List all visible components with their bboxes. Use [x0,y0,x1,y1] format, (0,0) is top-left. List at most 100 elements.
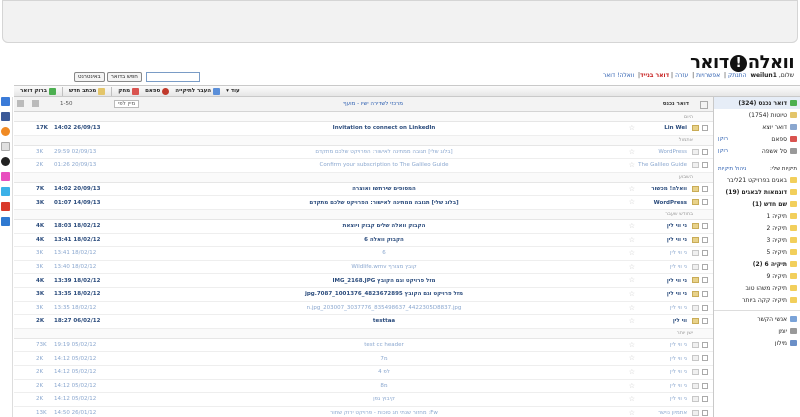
folder-item[interactable]: טיוטות (1754) [714,109,800,121]
mail-from[interactable]: ני ווי לין [637,369,687,375]
mail-row[interactable]: וואלה! מכשור ☆ המסופים שירתשו ואוצרה 14:02 … [14,183,713,197]
mail-subject[interactable]: מ7 [149,356,619,362]
mail-subject[interactable]: מ8 [149,383,619,389]
list-settings-icon[interactable] [32,100,39,107]
user-icon[interactable] [1,97,10,106]
mail-from[interactable]: וואלה! מכשור [637,186,687,192]
mobile-mail-link[interactable]: דואר בנייד [640,72,669,79]
star-icon[interactable] [1,172,10,181]
mail-from[interactable]: ני ווי לין [637,342,687,348]
flag-icon[interactable]: ☆ [629,276,635,284]
contacts-item[interactable]: אנשי הקשר [714,313,800,325]
walla-mail-link[interactable]: וואלה! דואר [603,72,634,79]
move-to-folder-button[interactable]: העבר לתיקייה [175,87,221,95]
gmail-icon[interactable] [1,202,10,211]
mail-row[interactable]: ני ווי לין ☆ מזל פרויקט וגם הקובץ IMG_2168… [14,274,713,288]
flag-icon[interactable]: ☆ [629,222,635,230]
mail-subject[interactable]: [בלוג שלי] תגובה ממתינה לאישור: הפרויקט … [149,200,619,206]
mail-subject[interactable]: test cc header [149,342,619,348]
delete-button[interactable]: מחק [118,87,140,95]
row-checkbox[interactable] [702,409,708,416]
my-folder-item[interactable]: תיקיה 5 [714,246,800,258]
mail-row[interactable]: Lin Wei ☆ Invitation to connect on LinkedI… [14,122,713,136]
mail-subject[interactable]: לפ 4 [149,369,619,375]
row-checkbox[interactable] [702,396,708,403]
manage-folders-link[interactable]: ניהול תיקיות [718,166,747,172]
row-checkbox[interactable] [702,250,708,257]
mail-subject[interactable]: הקבוק וואלה 6 [149,237,619,243]
mail-row[interactable]: ני ווי לין ☆ מ7 14:12 05/02/12 2K [14,352,713,366]
search-internet-button[interactable]: באינטרנט [74,72,105,82]
my-folder-item[interactable]: באגים בפרויקט 21ליבר [714,174,800,186]
mail-row[interactable]: ווי לין ☆ testtaa 18:27 06/02/12 2K [14,315,713,329]
row-checkbox[interactable] [702,148,708,155]
mail-subject[interactable]: קובץ מצורף Wildlife.wmv [149,264,619,270]
empty-folder-link[interactable]: רוקן [718,148,728,154]
flag-icon[interactable]: ☆ [629,185,635,193]
notes-icon[interactable] [1,142,10,151]
mail-row[interactable]: ני ווי לין ☆ הקבוק וואלה שלים קבוק ויוצאת 1… [14,220,713,234]
empty-folder-link[interactable]: רוקן [718,136,728,142]
mail-subject[interactable]: Confirm your subscription to The Galileo… [149,162,619,168]
row-checkbox[interactable] [702,236,708,243]
mail-subject[interactable]: n.jpg_203007_3037776_835498637_4422305D8… [149,305,619,311]
folder-item[interactable]: סל אשפה רוקן [714,145,800,157]
my-folder-item[interactable]: תיקיה קקה ביותר [714,294,800,306]
contacts-item[interactable]: מילון [714,337,800,349]
mail-from[interactable]: ני ווי לין [637,305,687,311]
row-checkbox[interactable] [702,263,708,270]
flag-icon[interactable]: ☆ [629,148,635,156]
row-checkbox[interactable] [702,341,708,348]
my-folder-item[interactable]: תיקיה 1 [714,210,800,222]
mail-subject[interactable]: המסופים שירתשו ואוצרה [149,186,619,192]
flag-icon[interactable]: ☆ [629,368,635,376]
more-dropdown[interactable]: עוד ▾ [226,88,240,94]
select-all-checkbox[interactable] [700,101,708,109]
flag-icon[interactable]: ☆ [629,409,635,417]
facebook-icon[interactable] [1,112,10,121]
mail-row[interactable]: ני ווי לין ☆ test cc header 19:19 05/02/12 7… [14,339,713,353]
flag-icon[interactable]: ☆ [629,249,635,257]
flag-icon[interactable]: ☆ [629,341,635,349]
mail-from[interactable]: WordPress [637,200,687,206]
mail-from[interactable]: אתמיון נוישר [637,410,687,416]
walla-mail-logo[interactable]: וואלה!דואר [690,52,794,73]
flag-icon[interactable]: ☆ [629,290,635,298]
mail-from[interactable]: ני ווי לין [637,356,687,362]
mail-subject[interactable]: Invitation to connect on LinkedIn [149,125,619,131]
mail-subject[interactable]: testtaa [149,318,619,324]
row-checkbox[interactable] [702,304,708,311]
row-checkbox[interactable] [702,355,708,362]
list-view-icon[interactable] [17,100,24,107]
mail-row[interactable]: ני ווי לין ☆ קובץ מצורף Wildlife.wmv 13:40 … [14,261,713,275]
soccer-icon[interactable] [1,157,10,166]
flag-icon[interactable]: ☆ [629,236,635,244]
help-link[interactable]: עזרה [675,72,688,79]
search-mail-button[interactable]: חפש בדואר [106,72,142,82]
mail-from[interactable]: ני ווי לין [637,278,687,284]
search-input[interactable] [145,72,200,82]
mail-from[interactable]: Lin Wei [637,125,687,131]
twitter-icon[interactable] [1,187,10,196]
mail-subject[interactable]: מזל פרויקט וגם הקובץ 4823672895_1001376_… [149,291,619,297]
flag-icon[interactable]: ☆ [629,263,635,271]
row-checkbox[interactable] [702,199,708,206]
compose-button[interactable]: מכתב חדש [69,87,106,95]
mail-row[interactable]: WordPress ☆ [בלוג שלי] תגובה ממתינה לאישור… [14,196,713,210]
mail-from[interactable]: ני ווי לין [637,396,687,402]
mail-row[interactable]: ני ווי לין ☆ 6 13:41 18/02/12 3K [14,247,713,261]
spam-button[interactable]: ספאם [145,87,170,95]
flag-icon[interactable]: ☆ [629,304,635,312]
mail-from[interactable]: ני ווי לין [637,237,687,243]
row-checkbox[interactable] [702,185,708,192]
flag-icon[interactable]: ☆ [629,124,635,132]
mail-subject[interactable]: Fw: מחזור שנתי חג סוכות - פרויקט ירוק שח… [149,410,619,416]
row-checkbox[interactable] [702,277,708,284]
sort-select[interactable]: מיין לפי [114,100,140,108]
mail-from[interactable]: ווי לין [637,318,687,324]
my-folder-item[interactable]: תיקיה 6 (2) [714,258,800,270]
mail-from[interactable]: The Galileo Guide [637,162,687,168]
mail-row[interactable]: אתמיון נוישר ☆ Fw: מחזור שנתי חג סוכות - פ… [14,407,713,417]
mail-row[interactable]: ני ווי לין ☆ לפ 4 14:12 05/02/12 2K [14,366,713,380]
my-folder-item[interactable]: תיקיה 3 [714,234,800,246]
